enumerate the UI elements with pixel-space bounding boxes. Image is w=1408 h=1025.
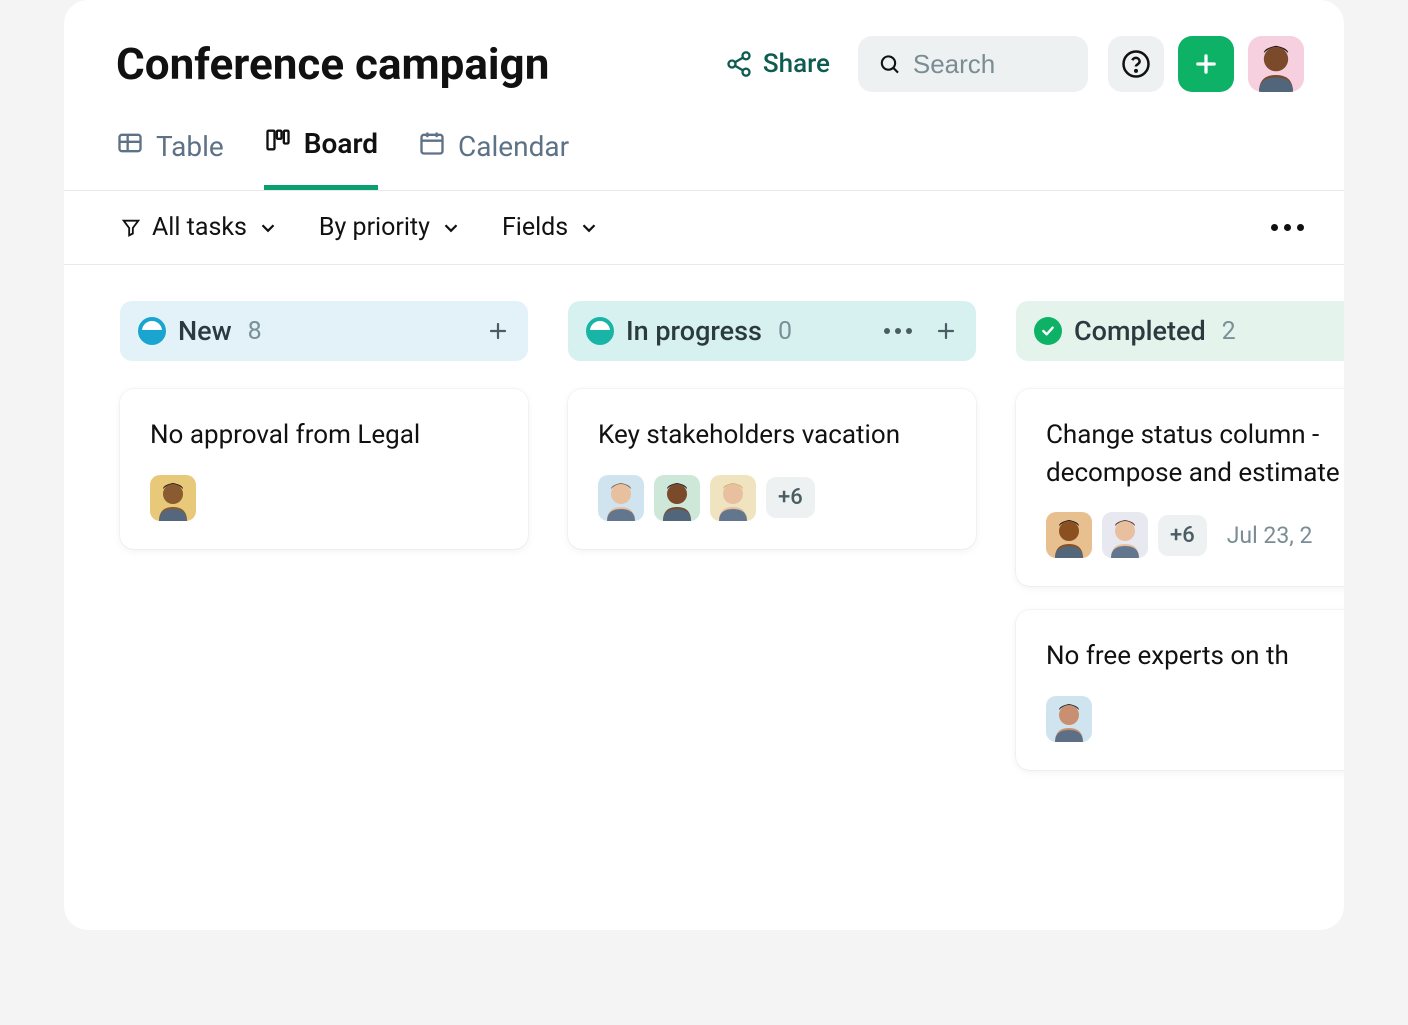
tab-label: Board (304, 127, 378, 160)
app-window: Conference campaign Share (64, 0, 1344, 930)
column-in-progress: In progress 0 Key stakeholders vacation … (568, 301, 976, 794)
card-footer (150, 475, 498, 521)
assignee-avatar[interactable] (1102, 512, 1148, 558)
column-actions (486, 319, 510, 343)
column-more-menu[interactable] (884, 328, 912, 334)
assignee-avatar[interactable] (654, 475, 700, 521)
assignee-avatar[interactable] (598, 475, 644, 521)
share-button[interactable]: Share (725, 49, 830, 79)
group-dropdown[interactable]: By priority (319, 213, 462, 242)
chevron-down-icon (440, 217, 462, 239)
task-card[interactable]: Key stakeholders vacation +6 (568, 389, 976, 549)
assignee-avatar[interactable] (150, 475, 196, 521)
column-title: In progress (626, 315, 762, 347)
assignee-avatar[interactable] (1046, 512, 1092, 558)
tab-board[interactable]: Board (264, 126, 378, 190)
assignee-avatar[interactable] (1046, 696, 1092, 742)
help-button[interactable] (1108, 36, 1164, 92)
help-icon (1121, 49, 1151, 79)
table-icon (116, 129, 144, 164)
column-new: New 8 No approval from Legal (120, 301, 528, 794)
plus-icon (1192, 50, 1220, 78)
card-title: Key stakeholders vacation (598, 417, 946, 455)
card-footer (1046, 696, 1344, 742)
filter-dropdown[interactable]: All tasks (120, 213, 279, 242)
tab-label: Calendar (458, 130, 569, 163)
fields-label: Fields (502, 213, 568, 242)
assignee-avatar[interactable] (710, 475, 756, 521)
tab-table[interactable]: Table (116, 126, 224, 190)
column-count: 8 (248, 317, 262, 346)
share-icon (725, 50, 753, 78)
add-button[interactable] (1178, 36, 1234, 92)
status-half-blue-icon (138, 317, 166, 345)
column-count: 0 (778, 317, 792, 346)
add-card-icon[interactable] (486, 319, 510, 343)
view-tabs: Table Board Calendar (64, 92, 1344, 191)
card-title: No approval from Legal (150, 417, 498, 455)
assignee-overflow[interactable]: +6 (766, 477, 815, 518)
user-avatar[interactable] (1248, 36, 1304, 92)
group-label: By priority (319, 213, 430, 242)
status-half-teal-icon (586, 317, 614, 345)
card-title: Change status column - decompose and est… (1046, 417, 1344, 492)
card-footer: +6 (598, 475, 946, 521)
column-header[interactable]: Completed 2 (1016, 301, 1344, 361)
card-title: No free experts on th (1046, 638, 1344, 676)
header: Conference campaign Share (64, 0, 1344, 92)
more-menu[interactable] (1271, 224, 1304, 231)
task-card[interactable]: Change status column - decompose and est… (1016, 389, 1344, 586)
column-header[interactable]: In progress 0 (568, 301, 976, 361)
column-title: Completed (1074, 315, 1206, 347)
column-count: 2 (1222, 317, 1236, 346)
task-card[interactable]: No approval from Legal (120, 389, 528, 549)
filter-icon (120, 217, 142, 239)
board-icon (264, 126, 292, 161)
status-completed-icon (1034, 317, 1062, 345)
chevron-down-icon (578, 217, 600, 239)
column-title: New (178, 315, 232, 347)
board: New 8 No approval from Legal In progress… (64, 265, 1344, 794)
calendar-icon (418, 129, 446, 164)
card-date: Jul 23, 2 (1227, 522, 1313, 549)
chevron-down-icon (257, 217, 279, 239)
page-title: Conference campaign (116, 38, 725, 90)
assignee-overflow[interactable]: +6 (1158, 515, 1207, 556)
search-icon (878, 50, 901, 78)
tab-calendar[interactable]: Calendar (418, 126, 569, 190)
search-input[interactable] (913, 49, 1068, 80)
fields-dropdown[interactable]: Fields (502, 213, 600, 242)
share-label: Share (763, 49, 830, 79)
add-card-icon[interactable] (934, 319, 958, 343)
column-actions (884, 319, 958, 343)
column-completed: Completed 2 Change status column - decom… (1016, 301, 1344, 794)
search-box[interactable] (858, 36, 1088, 92)
filter-label: All tasks (152, 213, 247, 242)
task-card[interactable]: No free experts on th (1016, 610, 1344, 770)
tab-label: Table (156, 130, 224, 163)
column-header[interactable]: New 8 (120, 301, 528, 361)
card-footer: +6 Jul 23, 2 (1046, 512, 1344, 558)
toolbar: All tasks By priority Fields (64, 191, 1344, 265)
